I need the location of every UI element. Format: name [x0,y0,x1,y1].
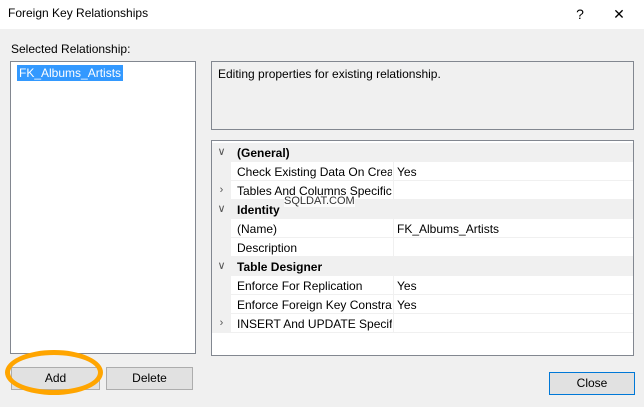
property-name: INSERT And UPDATE Specifica [237,317,392,331]
list-item[interactable]: FK_Albums_Artists [17,65,124,81]
description-text: Editing properties for existing relation… [218,67,441,81]
property-name: (Name) [237,222,278,236]
property-row-name[interactable]: (Name) FK_Albums_Artists [212,219,633,238]
chevron-down-icon[interactable]: ∨ [212,257,231,276]
category-identity[interactable]: ∨ Identity [212,200,633,219]
title-bar: Foreign Key Relationships ? ✕ [0,0,644,29]
property-value[interactable]: Yes [397,165,627,179]
category-general[interactable]: ∨ (General) [212,143,633,162]
close-button[interactable]: Close [549,372,635,395]
close-window-icon[interactable]: ✕ [601,2,637,26]
property-row-insert-update[interactable]: › INSERT And UPDATE Specifica [212,314,633,333]
category-label: (General) [237,146,290,160]
property-value[interactable]: Yes [397,279,627,293]
property-grid[interactable]: ∨ (General) Check Existing Data On Creat… [211,140,634,356]
chevron-down-icon[interactable]: ∨ [212,200,231,219]
chevron-right-icon[interactable]: › [212,314,231,333]
selected-relationship-label: Selected Relationship: [11,42,131,56]
property-row-enforce-replication[interactable]: Enforce For Replication Yes [212,276,633,295]
property-name: Description [237,241,298,255]
property-row-tables-columns[interactable]: › Tables And Columns Specifica [212,181,633,200]
add-button[interactable]: Add [11,367,100,390]
property-name: Check Existing Data On Creati [237,165,392,179]
chevron-down-icon[interactable]: ∨ [212,143,231,162]
delete-button[interactable]: Delete [106,367,193,390]
relationship-list[interactable]: FK_Albums_Artists [10,61,196,354]
property-row-description[interactable]: Description [212,238,633,257]
category-label: Table Designer [237,260,323,274]
watermark: SQLDAT.COM [284,195,355,207]
category-table-designer[interactable]: ∨ Table Designer [212,257,633,276]
property-value[interactable]: Yes [397,298,627,312]
chevron-right-icon[interactable]: › [212,181,231,200]
property-row-enforce-fk[interactable]: Enforce Foreign Key Constrair Yes [212,295,633,314]
property-name: Enforce For Replication [237,279,363,293]
description-box: Editing properties for existing relation… [211,61,634,130]
window-title: Foreign Key Relationships [8,6,149,20]
property-row-check-existing[interactable]: Check Existing Data On Creati Yes [212,162,633,181]
help-button[interactable]: ? [568,2,592,26]
category-label: Identity [237,203,280,217]
property-name: Enforce Foreign Key Constrair [237,298,392,312]
property-value[interactable]: FK_Albums_Artists [397,222,627,236]
